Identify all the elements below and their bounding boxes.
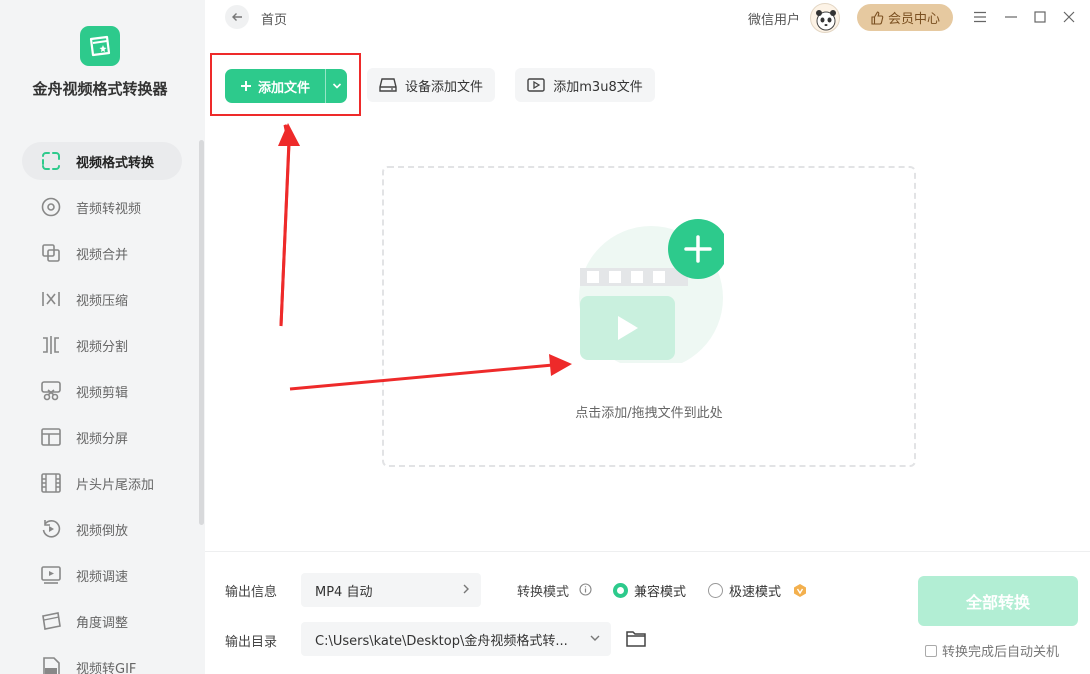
- mode-fast-label: 极速模式: [729, 585, 782, 600]
- output-dir-label: 输出目录: [225, 635, 278, 650]
- sidebar-item-label: 视频压缩: [76, 293, 129, 309]
- sidebar-item-split-screen[interactable]: 视频分屏: [22, 418, 182, 456]
- radio-unchecked-icon: [708, 583, 723, 598]
- sidebar-item-video-merge[interactable]: 视频合并: [22, 234, 182, 272]
- chevron-down-icon: [590, 635, 600, 641]
- sidebar-item-label: 片头片尾添加: [76, 477, 155, 493]
- radio-checked-icon: [613, 583, 628, 598]
- merge-icon: [40, 242, 62, 264]
- sidebar-item-label: 角度调整: [76, 615, 129, 631]
- film-strip-icon: [40, 472, 62, 494]
- sidebar-item-video-split[interactable]: 视频分割: [22, 326, 182, 364]
- folder-icon[interactable]: [625, 629, 647, 648]
- sidebar-item-label: 视频调速: [76, 569, 129, 585]
- sidebar-item-label: 视频格式转换: [76, 155, 155, 171]
- sidebar-item-video-to-gif[interactable]: 视频转GIF: [22, 648, 182, 674]
- convert-all-button[interactable]: 全部转换: [918, 576, 1078, 626]
- mode-compatible-radio[interactable]: 兼容模式: [613, 581, 686, 600]
- output-dir-value: C:\Users\kate\Desktop\金舟视频格式转...: [315, 633, 568, 649]
- reverse-icon: [40, 518, 62, 540]
- output-info-label: 输出信息: [225, 585, 278, 600]
- split-icon: [40, 334, 62, 356]
- mode-label: 转换模式: [517, 585, 570, 600]
- sidebar-item-label: 视频分割: [76, 339, 129, 355]
- scissors-icon: [40, 380, 62, 402]
- main-panel: 首页 微信用户 会员中心 添加文件 设备添加文件 添加m3u8文件 点击添加/拖…: [205, 0, 1090, 674]
- sidebar-nav: 视频格式转换 音频转视频 视频合并 视频压缩 视频分割 视频剪辑 视频分屏 片头…: [22, 142, 182, 674]
- gif-icon: [40, 656, 62, 674]
- mode-fast-radio[interactable]: 极速模式: [708, 581, 781, 600]
- output-format-select[interactable]: MP4 自动: [301, 573, 481, 607]
- output-format-value: MP4 自动: [315, 584, 373, 600]
- sidebar-item-video-compress[interactable]: 视频压缩: [22, 280, 182, 318]
- sidebar-item-intro-outro[interactable]: 片头片尾添加: [22, 464, 182, 502]
- checkbox-icon: [925, 644, 937, 657]
- split-screen-icon: [40, 426, 62, 448]
- sidebar-item-label: 视频合并: [76, 247, 129, 263]
- sidebar-item-audio-to-video[interactable]: 音频转视频: [22, 188, 182, 226]
- output-dir-select[interactable]: C:\Users\kate\Desktop\金舟视频格式转...: [301, 622, 611, 656]
- vip-badge-icon: [794, 584, 806, 597]
- sidebar: 金舟视频格式转换器 视频格式转换 音频转视频 视频合并 视频压缩 视频分割 视频…: [0, 0, 205, 674]
- sidebar-scrollbar[interactable]: [199, 140, 204, 525]
- sidebar-item-video-convert[interactable]: 视频格式转换: [22, 142, 182, 180]
- logo-icon: [89, 35, 111, 57]
- sidebar-item-video-speed[interactable]: 视频调速: [22, 556, 182, 594]
- video-convert-icon: [40, 150, 62, 172]
- compress-icon: [40, 288, 62, 310]
- output-settings: 输出信息 MP4 自动 转换模式 兼容模式 极速模式 输出目录 C:\Users…: [205, 551, 1090, 674]
- audio-disc-icon: [40, 196, 62, 218]
- angle-icon: [40, 610, 62, 632]
- auto-shutdown-checkbox[interactable]: 转换完成后自动关机: [925, 641, 1059, 660]
- sidebar-item-angle-adjust[interactable]: 角度调整: [22, 602, 182, 640]
- annotation-arrows: [278, 123, 572, 391]
- chevron-right-icon: [463, 584, 469, 594]
- app-logo: [80, 26, 120, 66]
- speed-icon: [40, 564, 62, 586]
- sidebar-item-label: 视频分屏: [76, 431, 129, 447]
- sidebar-item-video-edit[interactable]: 视频剪辑: [22, 372, 182, 410]
- auto-shutdown-label: 转换完成后自动关机: [942, 645, 1060, 660]
- sidebar-item-label: 视频倒放: [76, 523, 129, 539]
- mode-compatible-label: 兼容模式: [634, 585, 687, 600]
- app-title: 金舟视频格式转换器: [32, 80, 168, 98]
- sidebar-item-label: 视频转GIF: [76, 661, 137, 674]
- info-icon[interactable]: [579, 583, 592, 596]
- sidebar-item-label: 音频转视频: [76, 201, 142, 217]
- sidebar-item-label: 视频剪辑: [76, 385, 129, 401]
- sidebar-item-video-reverse[interactable]: 视频倒放: [22, 510, 182, 548]
